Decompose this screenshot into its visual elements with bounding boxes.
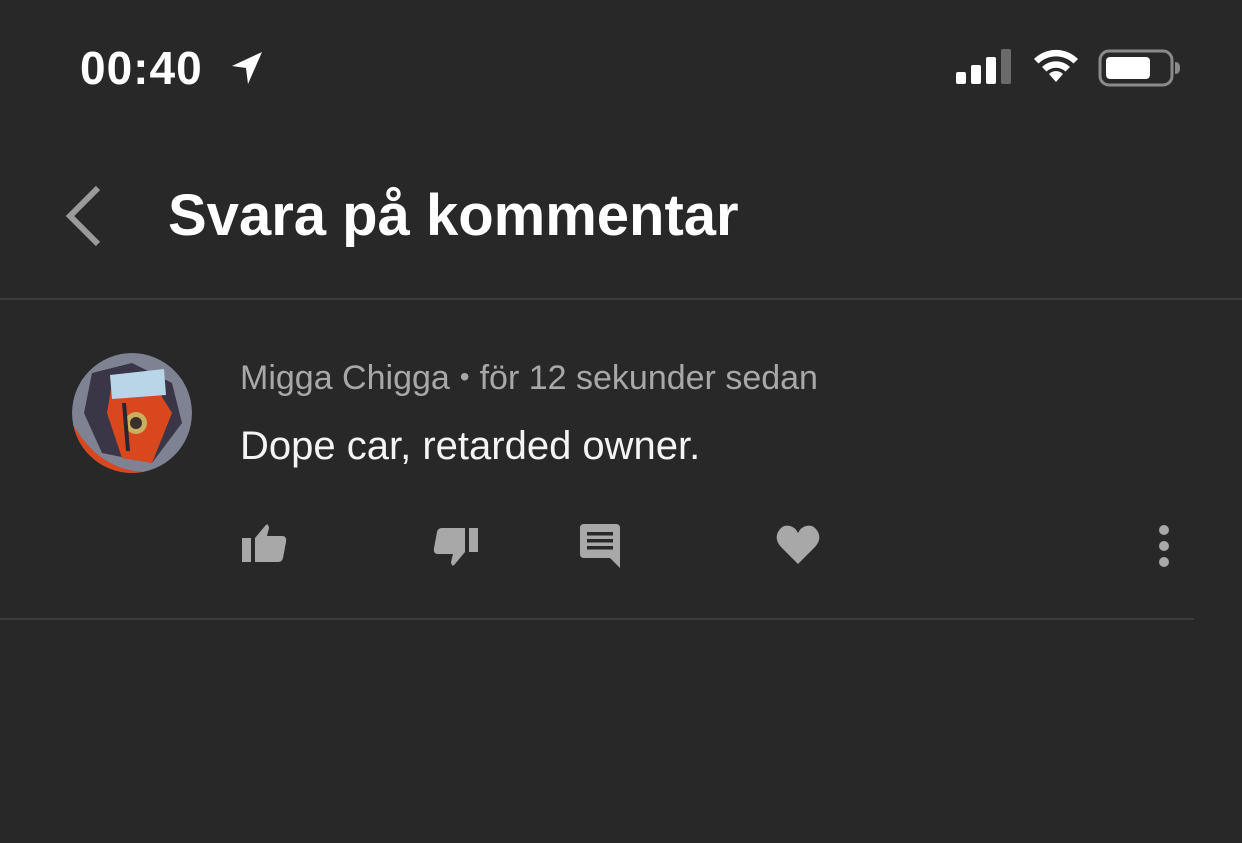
meta-separator: • [459, 361, 470, 392]
author-name[interactable]: Migga Chigga [240, 359, 450, 397]
header: Svara på kommentar [0, 130, 1242, 300]
reply-button[interactable] [574, 518, 626, 570]
reply-to-comment-screen: 00:40 Svara på kommentar Migga Chigga • … [0, 0, 1242, 843]
status-time: 00:40 [80, 42, 203, 94]
comment-timestamp: för 12 sekunder sedan [479, 359, 818, 397]
dislike-button[interactable] [430, 518, 482, 570]
thumbs-down-icon [433, 528, 478, 566]
like-button[interactable] [238, 518, 290, 570]
more-options-button[interactable] [1142, 518, 1186, 570]
cellular-signal-icon [956, 49, 1011, 84]
battery-icon [1098, 49, 1180, 87]
comment-meta: Migga Chigga • för 12 sekunder sedan [240, 356, 818, 402]
page-title: Svara på kommentar [168, 183, 739, 248]
reply-icon [580, 524, 620, 568]
back-button[interactable] [56, 178, 116, 254]
heart-icon [776, 525, 820, 564]
wifi-icon [1034, 49, 1078, 82]
location-arrow-icon [232, 52, 262, 84]
comment-text: Dope car, retarded owner. [240, 424, 701, 468]
thumbs-up-icon [242, 524, 287, 562]
avatar[interactable] [72, 353, 192, 473]
status-bar: 00:40 [0, 0, 1242, 130]
more-vert-icon [1159, 525, 1169, 567]
comment-item: Migga Chigga • för 12 sekunder sedan Dope … [0, 300, 1194, 620]
heart-button[interactable] [772, 518, 824, 570]
